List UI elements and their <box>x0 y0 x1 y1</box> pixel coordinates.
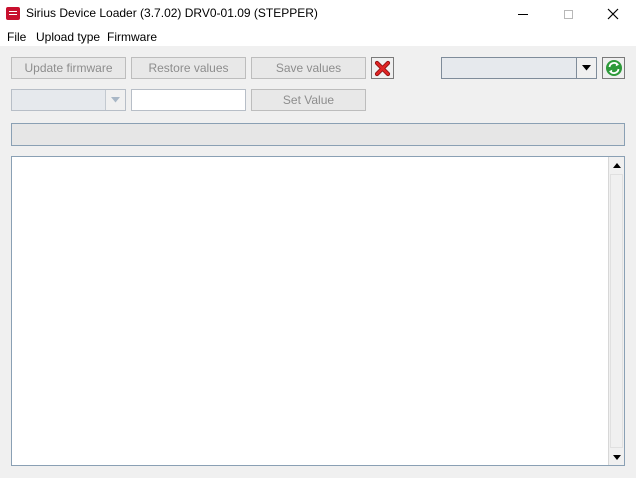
window-title: Sirius Device Loader (3.7.02) DRV0-01.09… <box>26 6 318 20</box>
menu-bar: File Upload type Firmware <box>0 28 636 46</box>
set-value-button[interactable]: Set Value <box>251 89 366 111</box>
close-button[interactable] <box>590 0 636 28</box>
parameter-value-input[interactable] <box>131 89 246 111</box>
parameter-select[interactable] <box>11 89 126 111</box>
chevron-down-icon <box>111 97 120 103</box>
scroll-track[interactable] <box>610 174 623 448</box>
scroll-down-button[interactable] <box>609 449 625 465</box>
refresh-icon <box>605 60 622 76</box>
scroll-up-button[interactable] <box>609 157 625 173</box>
maximize-button[interactable] <box>545 0 591 28</box>
parameter-select-arrow[interactable] <box>105 90 125 110</box>
chevron-down-icon <box>582 65 591 71</box>
port-select-arrow[interactable] <box>576 58 596 78</box>
minimize-icon <box>518 13 528 15</box>
log-text-area[interactable] <box>11 156 625 466</box>
close-icon <box>607 8 619 20</box>
minimize-button[interactable] <box>500 0 546 28</box>
menu-upload-type[interactable]: Upload type <box>35 28 101 46</box>
maximize-icon <box>563 9 573 19</box>
port-select[interactable] <box>441 57 597 79</box>
log-scrollbar[interactable] <box>608 157 624 465</box>
save-values-button[interactable]: Save values <box>251 57 366 79</box>
menu-firmware[interactable]: Firmware <box>106 28 158 46</box>
app-loader-icon <box>6 7 20 20</box>
menu-file[interactable]: File <box>6 28 27 46</box>
refresh-ports-button[interactable] <box>602 57 625 79</box>
progress-bar <box>11 123 625 146</box>
cancel-button[interactable] <box>371 57 394 79</box>
scroll-down-icon <box>613 454 621 460</box>
scroll-up-icon <box>613 162 621 168</box>
restore-values-button[interactable]: Restore values <box>131 57 246 79</box>
red-x-icon <box>374 60 391 76</box>
title-bar[interactable]: Sirius Device Loader (3.7.02) DRV0-01.09… <box>0 0 636 28</box>
update-firmware-button[interactable]: Update firmware <box>11 57 126 79</box>
